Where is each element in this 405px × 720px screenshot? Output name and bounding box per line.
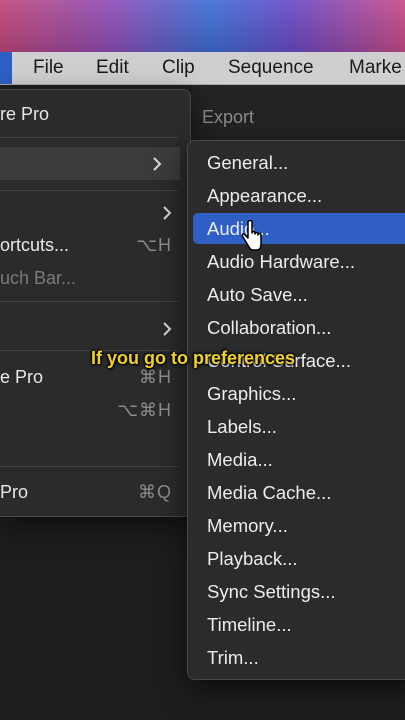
menu-clip[interactable]: Clip	[162, 52, 195, 84]
pref-item-general[interactable]: General...	[193, 147, 405, 178]
pref-item-label: Trim...	[207, 647, 259, 668]
mouse-pointer-icon	[241, 220, 262, 251]
pref-item-label: Memory...	[207, 515, 288, 536]
menu-edit[interactable]: Edit	[96, 52, 129, 84]
menu-sequence[interactable]: Sequence	[228, 52, 314, 84]
app-menu-item-services[interactable]	[0, 196, 190, 229]
pref-item-trim[interactable]: Trim...	[193, 642, 405, 673]
chevron-right-icon	[163, 206, 172, 220]
app-menu-item-customize-touch-bar[interactable]: uch Bar...	[0, 262, 190, 295]
pref-item-label: Sync Settings...	[207, 581, 336, 602]
menu-separator	[0, 190, 178, 191]
app-menu-item-label: Pro	[0, 482, 29, 502]
desktop-wallpaper	[0, 0, 405, 52]
app-menu-item-show-all[interactable]	[0, 427, 190, 460]
app-menu-item-services-submenu[interactable]	[0, 312, 190, 345]
export-panel-label: Export	[202, 107, 255, 127]
pref-item-label: Playback...	[207, 548, 298, 569]
app-menu-item-quit[interactable]: Pro ⌘Q	[0, 476, 190, 509]
pref-item-memory[interactable]: Memory...	[193, 510, 405, 541]
pref-item-label: Appearance...	[207, 185, 323, 206]
pref-item-labels[interactable]: Labels...	[193, 411, 405, 442]
pref-item-collaboration[interactable]: Collaboration...	[193, 312, 405, 343]
pref-item-label: General...	[207, 152, 289, 173]
pref-item-audio[interactable]: Audio...	[193, 213, 405, 244]
pref-item-label: Labels...	[207, 416, 277, 437]
pref-item-graphics[interactable]: Graphics...	[193, 378, 405, 409]
app-menu-item-preferences[interactable]	[0, 147, 180, 180]
pref-item-media-cache[interactable]: Media Cache...	[193, 477, 405, 508]
app-menu-item-hide-others[interactable]: ⌥⌘H	[0, 394, 190, 427]
chevron-right-icon	[163, 322, 172, 336]
menu-app-premiere-pro[interactable]	[0, 52, 12, 84]
preferences-submenu: General... Appearance... Audio... Audio …	[187, 140, 405, 680]
pref-item-label: Graphics...	[207, 383, 297, 404]
shortcut-label: ⌘H	[139, 367, 172, 387]
pref-item-label: Collaboration...	[207, 317, 332, 338]
app-menu-item-label: e Pro	[0, 367, 44, 387]
pref-item-audio-hardware[interactable]: Audio Hardware...	[193, 246, 405, 277]
shortcut-label: ⌥H	[136, 235, 172, 255]
app-menu-item-about[interactable]: re Pro	[0, 98, 190, 131]
menu-markers[interactable]: Marke	[349, 52, 402, 84]
menu-bar: File Edit Clip Sequence Marke	[0, 52, 405, 85]
pref-item-appearance[interactable]: Appearance...	[193, 180, 405, 211]
app-menu-item-label: re Pro	[0, 104, 50, 124]
pref-item-label: Media...	[207, 449, 273, 470]
menu-separator	[0, 301, 178, 302]
export-panel-header: Export	[192, 85, 405, 140]
pref-item-label: Audio Hardware...	[207, 251, 356, 272]
chevron-right-icon	[153, 157, 162, 171]
pref-item-label: Auto Save...	[207, 284, 308, 305]
shortcut-label: ⌥⌘H	[117, 400, 172, 420]
pref-item-label: Media Cache...	[207, 482, 332, 503]
pref-item-playback[interactable]: Playback...	[193, 543, 405, 574]
pref-item-auto-save[interactable]: Auto Save...	[193, 279, 405, 310]
pref-item-label: Timeline...	[207, 614, 292, 635]
menu-separator	[0, 137, 178, 138]
video-caption: If you go to preferences	[91, 348, 296, 368]
pref-item-sync-settings[interactable]: Sync Settings...	[193, 576, 405, 607]
menu-separator	[0, 466, 178, 467]
premiere-pro-app-menu: re Pro ortcuts... ⌥H uch Bar... e Pro ⌘H…	[0, 89, 191, 517]
pref-item-media[interactable]: Media...	[193, 444, 405, 475]
app-menu-item-label: uch Bar...	[0, 268, 77, 288]
pref-item-timeline[interactable]: Timeline...	[193, 609, 405, 640]
app-menu-item-label: ortcuts...	[0, 235, 70, 255]
menu-file[interactable]: File	[33, 52, 64, 84]
shortcut-label: ⌘Q	[137, 482, 172, 502]
app-menu-item-keyboard-shortcuts[interactable]: ortcuts... ⌥H	[0, 229, 190, 262]
